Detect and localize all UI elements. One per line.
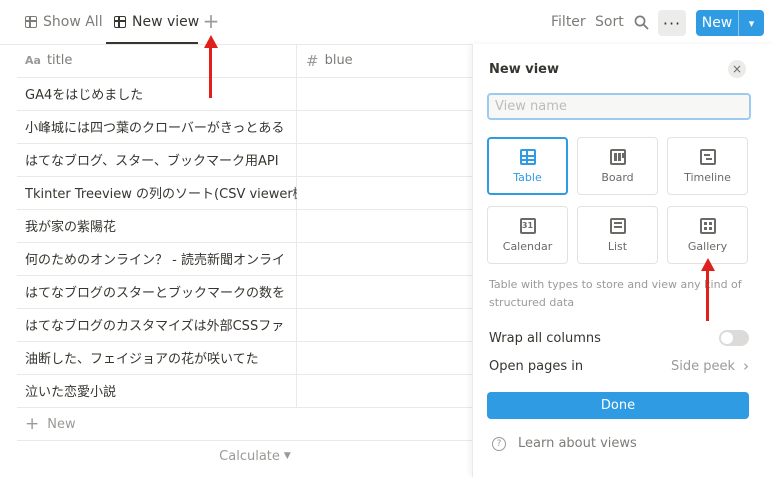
table-row[interactable]: 我が家の紫陽花 [25,209,297,242]
layout-option-board[interactable]: Board [577,137,658,195]
number-property-icon: # [306,51,319,70]
search-button[interactable] [634,0,649,44]
layout-label: Calendar [502,239,553,253]
table-row[interactable]: 何のためのオンライン？ - 読売新聞オンライ [25,242,297,275]
chevron-down-icon: ▼ [283,451,291,461]
text-property-icon: Aa [25,54,41,67]
table-icon [519,148,536,165]
column-header-blue[interactable]: # blue [306,44,353,77]
open-pages-row[interactable]: Open pages in Side peek › [489,354,749,378]
table-icon [114,16,126,28]
gallery-icon [699,217,716,234]
table-row[interactable]: はてなブログのスターとブックマークの数を [25,275,297,308]
layout-option-list[interactable]: List [577,206,658,264]
search-icon [634,15,649,29]
calendar-icon: 31 [519,217,536,234]
column-header-label: title [46,53,73,68]
done-button[interactable]: Done [487,392,749,419]
wrap-columns-label: Wrap all columns [489,330,601,346]
layout-option-gallery[interactable]: Gallery [667,206,748,264]
list-icon [609,217,626,234]
view-name-input[interactable] [487,93,751,120]
table-row[interactable]: 油断した、フェイジョアの花が咲いてた [25,341,297,374]
tab-new-view-label: New view [132,14,200,30]
add-view-button[interactable]: + [202,10,220,32]
open-pages-value: Side peek [670,358,735,374]
layout-label: Timeline [684,170,731,184]
tab-show-all-label: Show All [43,14,103,30]
annotation-arrow-shaft [209,46,212,98]
table-row[interactable]: Tkinter Treeview の列のソート(CSV viewer機 [25,176,297,209]
row-divider [17,407,473,408]
open-pages-select[interactable]: Side peek › [671,357,749,375]
timeline-icon [699,148,716,165]
layout-label: List [607,239,628,253]
tab-new-view[interactable]: New view [114,0,199,44]
table-row[interactable]: 小峰城には四つ葉のクローバーがきっとある [25,110,297,143]
layout-option-calendar[interactable]: 31 Calendar [487,206,568,264]
learn-about-views-link[interactable]: ? Learn about views [492,436,637,451]
plus-icon: + [25,414,40,434]
new-row-button[interactable]: + New [25,408,76,440]
board-icon [609,148,626,165]
new-button-label: New [701,15,733,31]
layout-option-table[interactable]: Table [487,137,568,195]
calculate-button[interactable]: Calculate ▼ [0,440,510,472]
tab-show-all[interactable]: Show All [25,0,103,44]
new-row-label: New [47,416,76,432]
table-row[interactable]: 泣いた恋愛小説 [25,374,297,407]
layout-label: Board [601,170,634,184]
wrap-columns-toggle[interactable] [719,330,749,346]
column-header-label: blue [324,53,353,68]
table-row[interactable]: GA4をはじめました [25,77,297,110]
layout-label: Table [513,170,542,184]
layout-option-timeline[interactable]: Timeline [667,137,748,195]
filter-button[interactable]: Filter [551,0,586,44]
wrap-columns-row: Wrap all columns [489,326,749,350]
calculate-label: Calculate [219,448,280,464]
layout-label: Gallery [687,239,728,253]
more-options-button[interactable]: ··· [658,10,686,36]
sort-button[interactable]: Sort [595,0,624,44]
layout-description: Table with types to store and view any k… [489,278,742,309]
close-icon[interactable]: × [728,60,746,78]
panel-title: New view [489,62,559,77]
help-icon: ? [492,436,506,451]
annotation-arrow-shaft [706,269,709,321]
chevron-down-icon[interactable]: ▾ [739,17,764,30]
open-pages-label: Open pages in [489,358,584,374]
chevron-right-icon: › [743,357,749,375]
table-row[interactable]: はてなブログのカスタマイズは外部CSSファ [25,308,297,341]
new-button[interactable]: New ▾ [696,10,764,36]
table-row[interactable]: はてなブログ、スター、ブックマーク用API [25,143,297,176]
column-header-title[interactable]: Aa title [25,44,72,77]
learn-about-views-label: Learn about views [518,436,637,451]
table-icon [25,16,37,28]
